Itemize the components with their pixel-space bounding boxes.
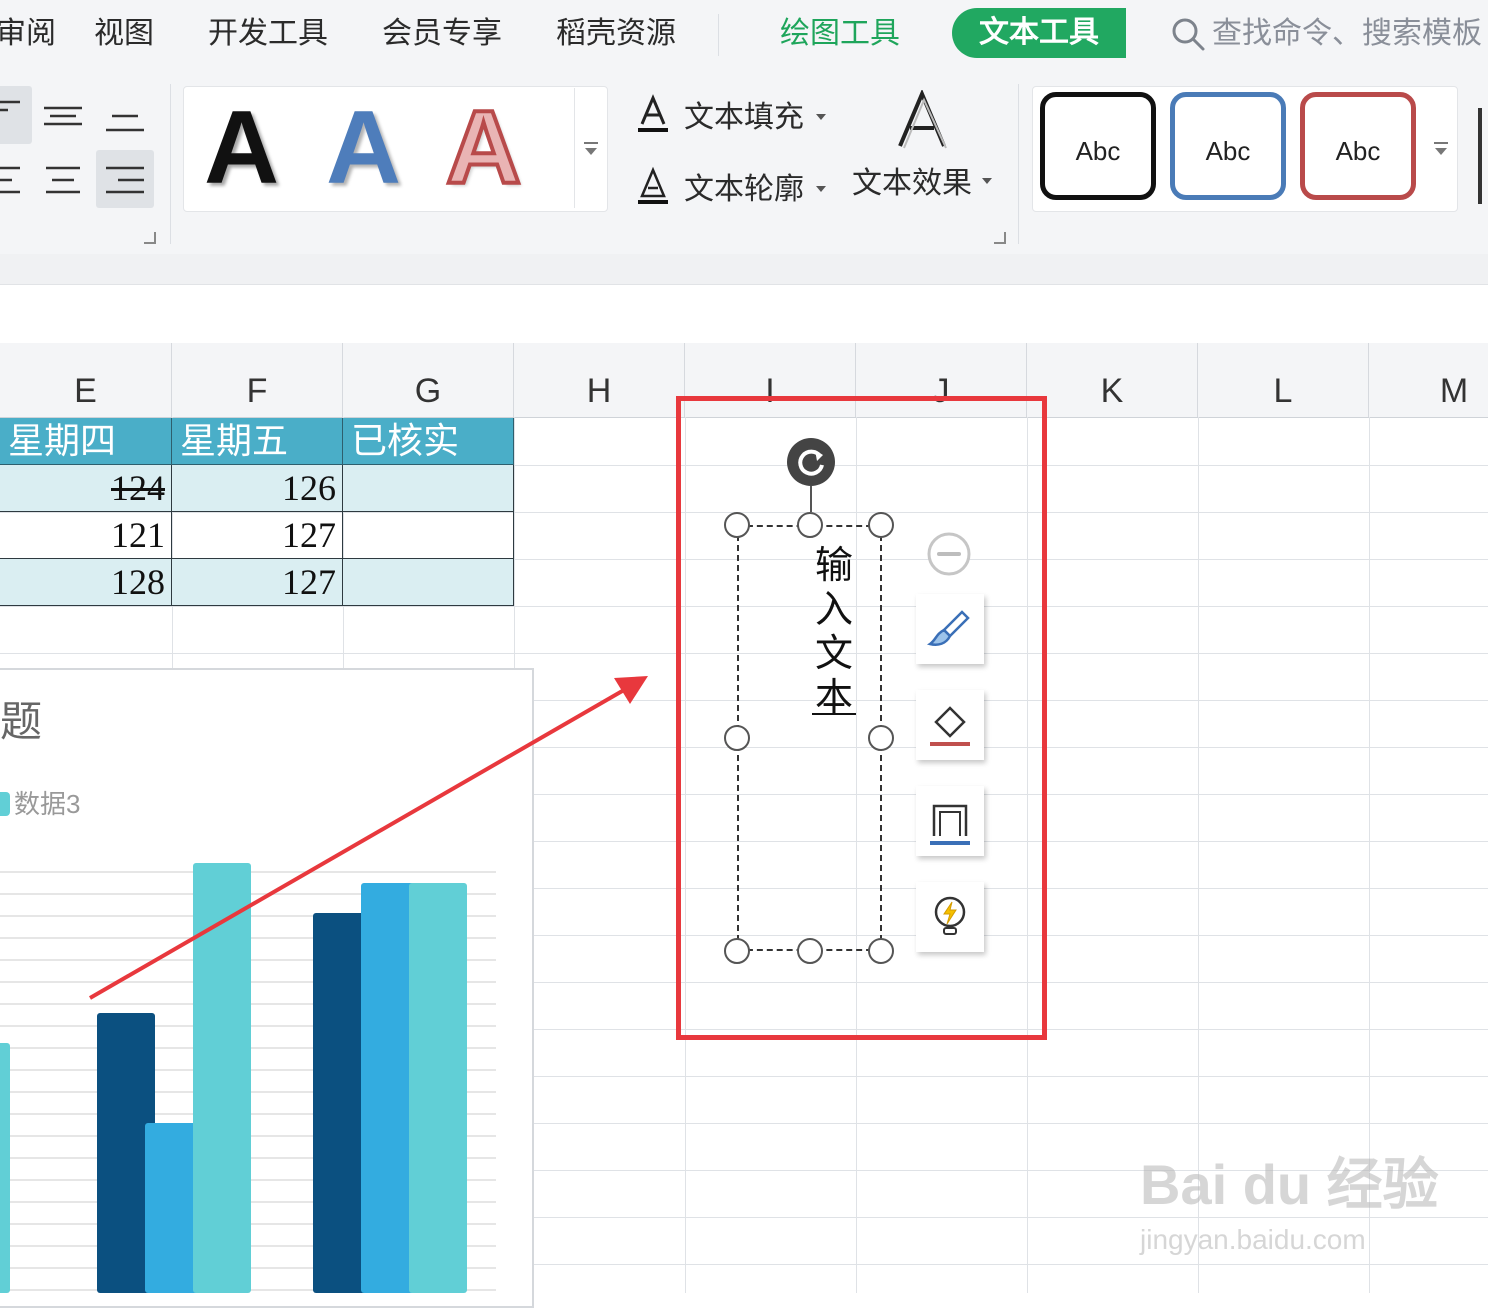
menu-docer-resources[interactable]: 稻壳资源 — [556, 12, 676, 56]
chart-title[interactable]: 题 — [0, 692, 42, 752]
align-right-button[interactable] — [96, 150, 154, 208]
text-dialog-launcher[interactable] — [994, 232, 1006, 244]
align-top-left-button[interactable] — [0, 86, 32, 144]
column-header-m[interactable]: M — [1369, 343, 1488, 417]
textbox-char[interactable]: 文 — [812, 632, 856, 676]
align-center-button[interactable] — [34, 150, 92, 208]
menu-member-exclusive[interactable]: 会员专享 — [382, 12, 502, 56]
text-outline-icon[interactable] — [636, 166, 670, 206]
column-header-f[interactable]: F — [172, 343, 343, 417]
column-header-l[interactable]: L — [1198, 343, 1369, 417]
tab-text-tools[interactable]: 文本工具 — [952, 8, 1126, 58]
textbox-char[interactable]: 输 — [812, 544, 856, 588]
table-cell[interactable] — [343, 465, 514, 512]
legend-swatch — [0, 792, 10, 816]
vertical-text-box[interactable] — [737, 525, 882, 951]
legend-label[interactable]: 数据3 — [14, 786, 80, 822]
table-cell[interactable]: 121 — [0, 512, 172, 559]
paragraph-dialog-launcher[interactable] — [144, 232, 156, 244]
rotate-handle-stem — [810, 486, 812, 512]
chart-bar[interactable] — [409, 883, 467, 1293]
text-effects-dropdown-icon[interactable] — [982, 178, 992, 184]
table-cell[interactable]: 128 — [0, 559, 172, 606]
resize-handle-left[interactable] — [724, 725, 750, 751]
shape-style-blue[interactable]: Abc — [1170, 92, 1286, 200]
resize-handle-bottom-right[interactable] — [868, 938, 894, 964]
outline-icon — [930, 804, 970, 845]
shape-fill-button[interactable] — [916, 690, 984, 760]
gallery-divider — [574, 88, 575, 208]
table-cell[interactable]: 124 — [0, 465, 172, 512]
wordart-gallery-more-icon[interactable] — [584, 142, 598, 144]
chart-bar[interactable] — [193, 863, 251, 1293]
resize-handle-top[interactable] — [797, 512, 823, 538]
menu-developer-tools[interactable]: 开发工具 — [208, 12, 328, 56]
text-effects-icon[interactable] — [892, 88, 952, 152]
menu-review[interactable]: 审阅 — [0, 12, 56, 56]
table-cell[interactable]: 126 — [172, 465, 343, 512]
wordart-style-red[interactable]: A — [444, 88, 523, 208]
shape-gallery-more-icon[interactable] — [1434, 142, 1448, 144]
menu-view[interactable]: 视图 — [94, 12, 154, 56]
style-brush-button[interactable] — [916, 594, 984, 664]
ribbon-overflow-edge — [1478, 108, 1482, 204]
menu-divider — [718, 14, 719, 56]
shape-outline-button[interactable] — [916, 786, 984, 856]
resize-handle-bottom[interactable] — [797, 938, 823, 964]
column-header-k[interactable]: K — [1027, 343, 1198, 417]
shape-style-black[interactable]: Abc — [1040, 92, 1156, 200]
resize-handle-top-right[interactable] — [868, 512, 894, 538]
tab-drawing-tools[interactable]: 绘图工具 — [780, 12, 900, 56]
text-fill-icon[interactable] — [636, 94, 670, 134]
align-top-center-button[interactable] — [34, 86, 92, 144]
text-cursor-underline — [812, 713, 856, 715]
fill-bucket-icon — [930, 706, 970, 746]
table-header-thursday[interactable]: 星期四 — [0, 418, 172, 465]
text-effects-label[interactable]: 文本效果 — [852, 164, 972, 204]
search-command-input[interactable]: 查找命令、搜索模板 — [1212, 12, 1482, 56]
shape-style-red[interactable]: Abc — [1300, 92, 1416, 200]
rotate-handle-icon[interactable] — [787, 438, 835, 486]
watermark-url: jingyan.baidu.com — [1140, 1224, 1366, 1255]
table-header-friday[interactable]: 星期五 — [172, 418, 343, 465]
resize-handle-right[interactable] — [868, 725, 894, 751]
column-header-h[interactable]: H — [514, 343, 685, 417]
column-header-e[interactable]: E — [0, 343, 172, 417]
resize-handle-bottom-left[interactable] — [724, 938, 750, 964]
chart-plot-area[interactable] — [0, 860, 534, 1293]
table-cell[interactable] — [343, 512, 514, 559]
text-outline-dropdown-icon[interactable] — [816, 186, 826, 192]
chart-bar[interactable] — [0, 1043, 10, 1293]
collapse-minus-icon[interactable] — [926, 531, 972, 577]
wordart-style-black[interactable]: A — [204, 88, 279, 208]
chevron-down-icon[interactable] — [1435, 148, 1447, 155]
text-outline-label[interactable]: 文本轮廓 — [684, 170, 804, 210]
align-bottom-button[interactable] — [96, 86, 154, 144]
resize-handle-top-left[interactable] — [724, 512, 750, 538]
chevron-down-icon[interactable] — [585, 148, 597, 155]
watermark-logo: Bai du 经验 — [1140, 1153, 1439, 1216]
table-cell[interactable]: 127 — [172, 512, 343, 559]
column-header-g[interactable]: G — [343, 343, 514, 417]
text-fill-dropdown-icon[interactable] — [816, 114, 826, 120]
ribbon-separator — [1018, 84, 1019, 244]
table-cell[interactable] — [343, 559, 514, 606]
table-cell[interactable]: 127 — [172, 559, 343, 606]
table-header-verified[interactable]: 已核实 — [343, 418, 514, 465]
cell-value: 124 — [111, 468, 165, 508]
formula-bar-area — [0, 254, 1488, 285]
align-left-button[interactable] — [0, 150, 32, 208]
ribbon-separator — [170, 84, 171, 244]
paintbrush-icon — [926, 610, 970, 646]
search-icon[interactable] — [1170, 16, 1206, 52]
smart-suggestions-button[interactable] — [916, 882, 984, 952]
text-fill-label[interactable]: 文本填充 — [684, 98, 804, 138]
wordart-style-blue[interactable]: A — [326, 88, 401, 208]
lightbulb-icon — [934, 896, 966, 935]
textbox-char[interactable]: 入 — [812, 588, 856, 632]
